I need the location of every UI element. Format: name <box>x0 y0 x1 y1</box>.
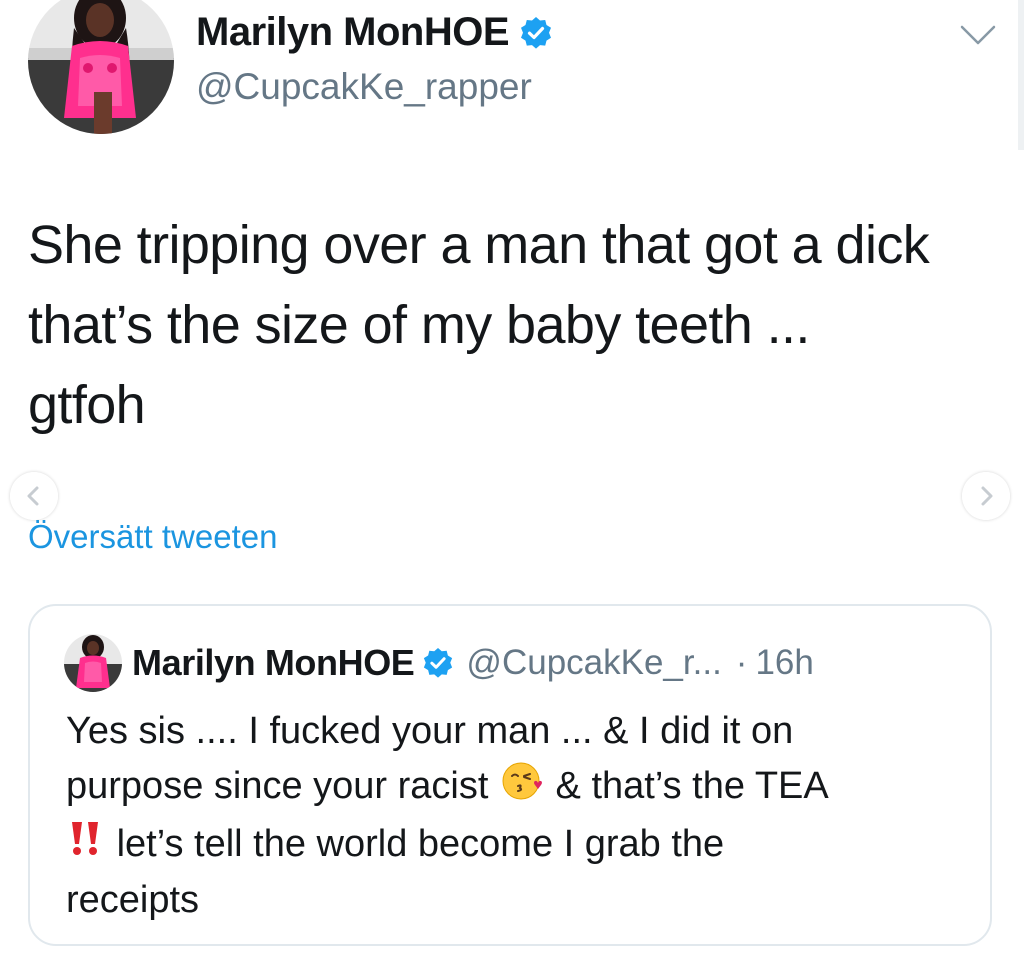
quoted-text-line: Yes sis .... I fucked your man ... & I d… <box>66 704 966 759</box>
separator-dot: · <box>735 643 748 682</box>
chevron-left-icon <box>27 486 39 506</box>
chevron-right-icon <box>981 486 993 506</box>
quoted-text-segment: Yes sis .... I fucked your man ... & I d… <box>66 710 794 752</box>
display-name[interactable]: Marilyn MonHOE <box>196 10 510 55</box>
carousel-prev-button[interactable] <box>10 472 58 520</box>
quoted-text-segment: purpose since your racist <box>66 765 489 808</box>
author-name-row[interactable]: Marilyn MonHOE <box>196 10 553 55</box>
tweet-text-line: that’s the size of my baby teeth ... <box>28 295 810 355</box>
tweet-text: She tripping over a man that got a dick … <box>28 205 1008 445</box>
quoted-text-segment: receipts <box>66 879 200 922</box>
chevron-down-icon[interactable] <box>958 22 998 48</box>
verified-badge-icon <box>422 647 454 679</box>
quoted-text-segment: let’s tell the world become I grab the <box>116 823 725 865</box>
quoted-text-line: let’s tell the world become I grab the <box>66 817 966 873</box>
double-exclamation-icon <box>66 818 106 873</box>
verified-badge-icon <box>519 16 553 50</box>
tweet-text-line: She tripping over a man that got a dick <box>28 215 930 275</box>
tweet: Marilyn MonHOE @CupcakKe_rapper She trip… <box>0 0 1024 980</box>
quoted-text-line: receipts <box>66 873 966 928</box>
quoted-display-name: Marilyn MonHOE <box>132 642 415 683</box>
quoted-tweet-header: Marilyn MonHOE @CupcakKe_r... · 16h <box>64 634 814 692</box>
tweet-text-line: gtfoh <box>28 375 146 435</box>
translate-tweet-link[interactable]: Översätt tweeten <box>28 518 277 556</box>
quoted-tweet-card[interactable]: Marilyn MonHOE @CupcakKe_r... · 16h Yes … <box>28 604 992 946</box>
quoted-text-segment: & that’s the TEA <box>555 765 829 808</box>
quoted-avatar <box>64 634 122 692</box>
quoted-timestamp: 16h <box>755 643 814 682</box>
quoted-handle: @CupcakKe_r... <box>466 643 722 682</box>
quoted-tweet-text: Yes sis .... I fucked your man ... & I d… <box>66 704 966 928</box>
author-handle[interactable]: @CupcakKe_rapper <box>196 66 532 108</box>
avatar[interactable] <box>28 0 174 134</box>
kissing-face-emoji-icon <box>499 759 545 817</box>
quoted-text-line: purpose since your racist & that’s the T… <box>66 759 966 817</box>
carousel-next-button[interactable] <box>962 472 1010 520</box>
scroll-edge <box>1018 0 1024 150</box>
